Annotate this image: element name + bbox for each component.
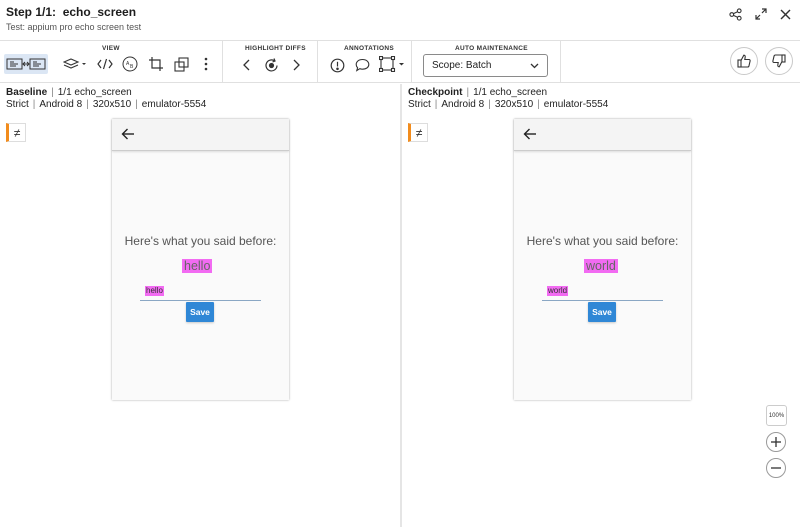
view-group-label: VIEW (102, 45, 120, 52)
checkpoint-step: 1/1 echo_screen (473, 87, 548, 98)
more-options-icon[interactable] (196, 54, 216, 74)
minus-icon (771, 467, 781, 469)
crop-icon[interactable] (146, 54, 166, 74)
zoom-reset-button[interactable]: 100% (766, 405, 787, 426)
said-before-label: Here's what you said before: (526, 234, 679, 248)
share-icon[interactable] (727, 6, 743, 22)
close-icon[interactable] (777, 6, 793, 22)
zoom-in-button[interactable] (766, 432, 786, 452)
svg-text:B: B (130, 64, 134, 70)
text-field-underline (140, 300, 261, 301)
baseline-os: Android 8 (39, 99, 83, 110)
baseline-label: Baseline (6, 87, 48, 98)
side-by-side-view-button[interactable] (4, 54, 48, 74)
baseline-device: emulator-5554 (141, 99, 207, 110)
checkpoint-label: Checkpoint (408, 87, 463, 98)
scope-select[interactable]: Scope: Batch (423, 54, 548, 77)
echo-text: world (584, 259, 618, 273)
toolbar-divider (222, 41, 223, 82)
checkpoint-meta-line: Strict | Android 8 | 320x510 | emulator-5554 (408, 99, 609, 110)
checkpoint-viewport: 320x510 (494, 99, 534, 110)
text-field-value: world (547, 286, 569, 296)
code-icon[interactable] (95, 54, 115, 74)
checkpoint-title-line: Checkpoint | 1/1 echo_screen (408, 87, 548, 98)
step-title: Step 1/1: echo_screen (6, 5, 136, 19)
step-name: echo_screen (62, 5, 137, 19)
expand-icon[interactable] (753, 6, 769, 22)
checkpoint-screenshot: Here's what you said before: world world… (514, 119, 691, 400)
said-before-label: Here's what you said before: (124, 234, 277, 248)
comment-icon[interactable] (352, 55, 372, 75)
highlight-diffs-icon[interactable] (261, 55, 281, 75)
test-name: Test: appium pro echo screen test (6, 22, 142, 32)
chevron-down-icon (530, 63, 539, 68)
toolbar-divider (560, 41, 561, 82)
save-button: Save (588, 302, 616, 322)
baseline-title-line: Baseline | 1/1 echo_screen (6, 87, 132, 98)
echo-text: hello (182, 259, 213, 273)
layers-dropdown-button[interactable] (62, 54, 88, 74)
baseline-match-level: Strict (6, 99, 29, 110)
checkpoint-device: emulator-5554 (543, 99, 609, 110)
baseline-screenshot: Here's what you said before: hello hello… (112, 119, 289, 400)
checkpoint-os: Android 8 (441, 99, 485, 110)
baseline-diff-marker[interactable]: ≠ (6, 123, 26, 142)
pane-divider[interactable] (400, 84, 402, 527)
app-bar (514, 119, 691, 151)
thumbs-up-icon (737, 54, 751, 68)
thumbs-up-button[interactable] (730, 47, 758, 75)
thumbs-down-icon (772, 54, 786, 68)
plus-icon (771, 437, 781, 447)
ab-compare-icon[interactable]: A B (120, 54, 140, 74)
back-arrow-icon (121, 128, 134, 140)
regions-icon[interactable] (171, 54, 191, 74)
toolbar-divider (411, 41, 412, 82)
baseline-step: 1/1 echo_screen (57, 87, 132, 98)
checkpoint-diff-marker[interactable]: ≠ (408, 123, 428, 142)
baseline-meta-line: Strict | Android 8 | 320x510 | emulator-5554 (6, 99, 207, 110)
baseline-viewport: 320x510 (92, 99, 132, 110)
thumbs-down-button[interactable] (765, 47, 793, 75)
zoom-out-button[interactable] (766, 458, 786, 478)
step-number: Step 1/1: (6, 5, 57, 19)
checkpoint-match-level: Strict (408, 99, 431, 110)
highlight-diffs-group-label: HIGHLIGHT DIFFS (245, 45, 306, 52)
toolbar-divider (317, 41, 318, 82)
text-field-value: hello (145, 286, 164, 296)
app-bar (112, 119, 289, 151)
annotations-group-label: ANNOTATIONS (344, 45, 394, 52)
issue-icon[interactable] (327, 55, 347, 75)
previous-diff-icon[interactable] (236, 55, 256, 75)
back-arrow-icon (523, 128, 536, 140)
text-field-underline (542, 300, 663, 301)
toolbar: VIEW HIGHLIGHT DIFFS ANNOTATIONS AUTO MA… (0, 40, 800, 83)
save-button: Save (186, 302, 214, 322)
scope-select-value: Scope: Batch (432, 60, 492, 71)
next-diff-icon[interactable] (287, 55, 307, 75)
region-select-dropdown-button[interactable] (378, 54, 406, 74)
auto-maintenance-group-label: AUTO MAINTENANCE (455, 45, 528, 52)
